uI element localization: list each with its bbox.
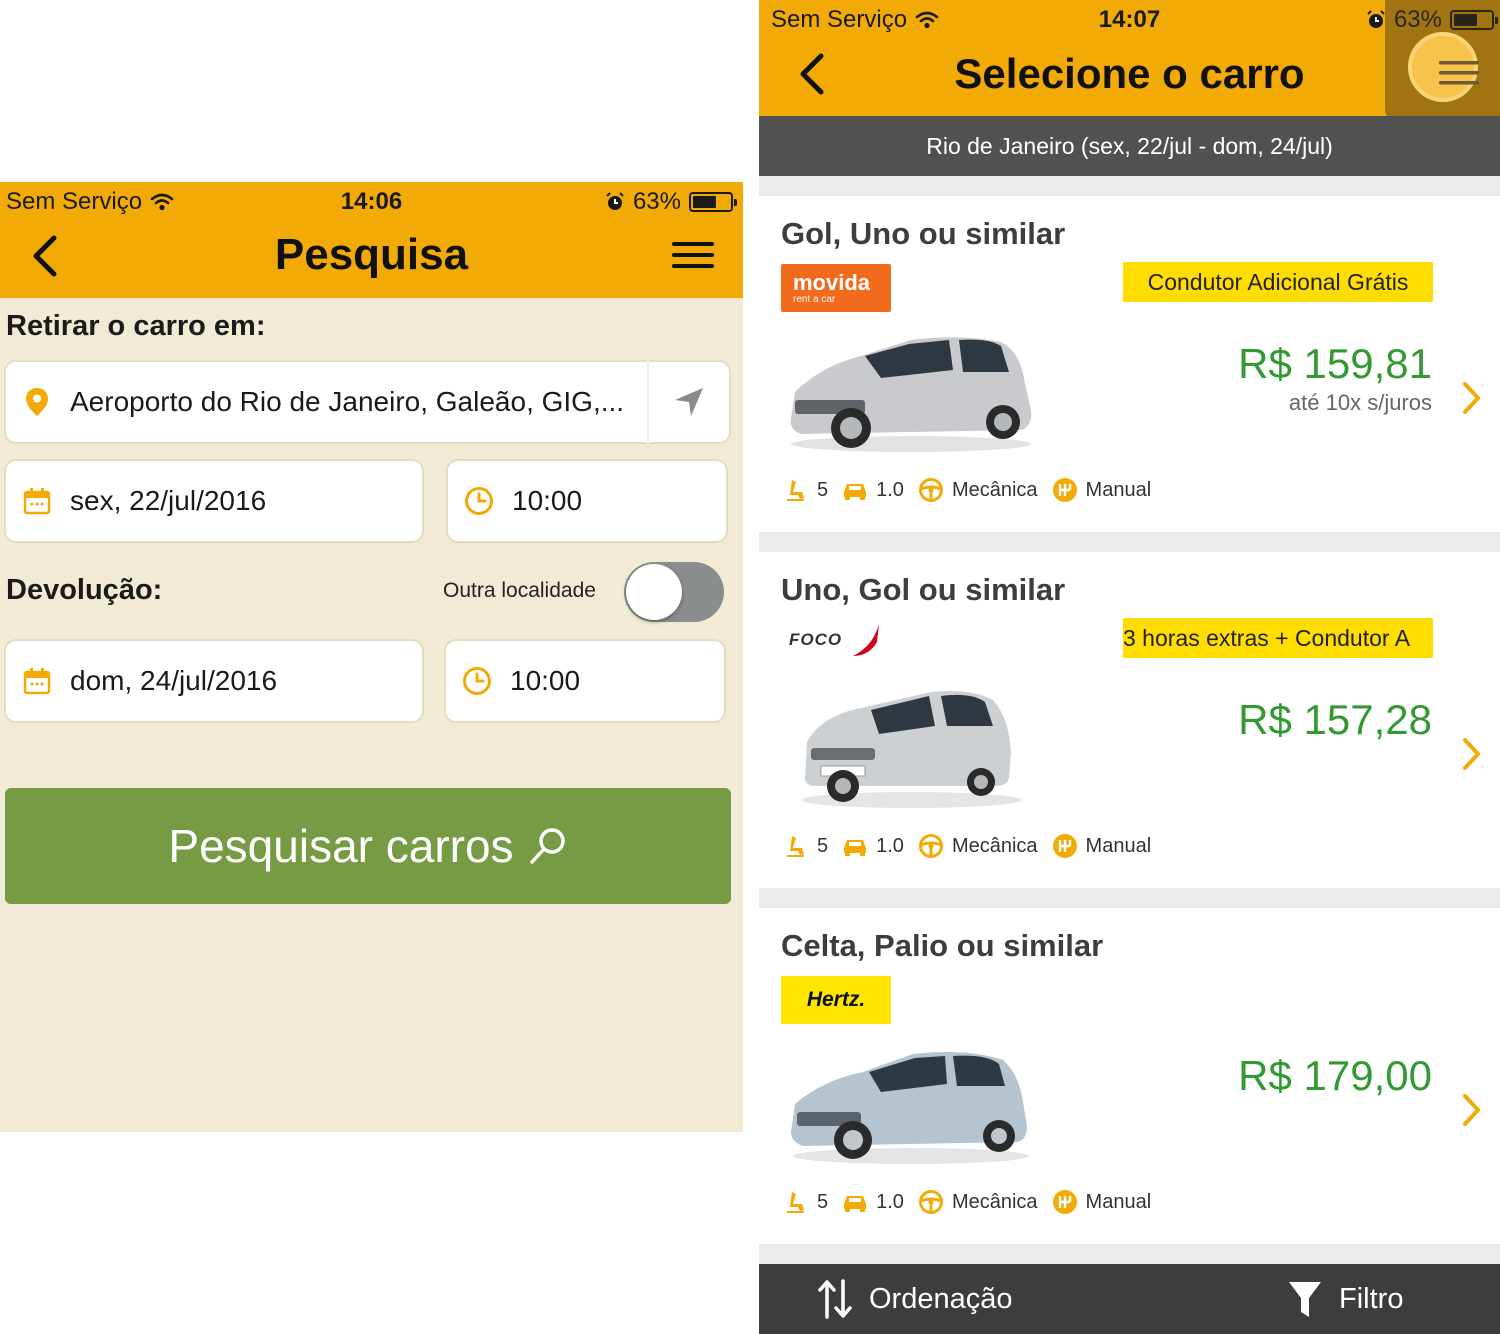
car-name: Gol, Uno ou similar — [781, 216, 1066, 251]
car-photo — [791, 1052, 1029, 1164]
gear-shift-icon — [1052, 833, 1078, 859]
car-name: Celta, Palio ou similar — [781, 928, 1104, 963]
car-card[interactable]: Uno, Gol ou similar FOCO 3 horas extras … — [759, 552, 1500, 888]
alarm-icon — [606, 192, 624, 210]
other-location-label: Outra localidade — [443, 579, 596, 602]
engine-size: 1.0 — [876, 478, 904, 501]
engine-size: 1.0 — [876, 834, 904, 857]
installment-note: até 10x s/juros — [1288, 390, 1432, 415]
results-screen: Sem Serviço 14:07 63% Selecione o carro — [759, 0, 1500, 1334]
page-title: Pesquisa — [274, 230, 469, 279]
chevron-right-icon[interactable] — [1460, 378, 1484, 418]
pickup-date-value: sex, 22/jul/2016 — [70, 485, 267, 516]
engine-size: 1.0 — [876, 1190, 904, 1213]
return-time-value: 10:00 — [510, 665, 581, 696]
pickup-time-field[interactable]: 10:00 — [446, 459, 728, 543]
return-date-value: dom, 24/jul/2016 — [70, 665, 278, 696]
pickup-date-field[interactable]: sex, 22/jul/2016 — [4, 459, 424, 543]
brand-logo-subtext: rent a car — [793, 294, 836, 305]
sort-arrows-icon — [818, 1279, 852, 1319]
foco-logo: FOCO — [781, 622, 891, 670]
car-engine-icon — [842, 1189, 868, 1215]
hertz-logo: Hertz. — [781, 976, 891, 1024]
hamburger-menu-icon — [1439, 61, 1479, 85]
seat-icon — [783, 1189, 809, 1215]
toggle-knob — [626, 564, 682, 620]
car-card[interactable]: Gol, Uno ou similar movida rent a car Co… — [759, 196, 1500, 532]
car-photo — [801, 691, 1021, 808]
steering-type: Mecânica — [951, 834, 1038, 857]
car-specs: 5 1.0 Mecânica Manual — [783, 831, 1165, 861]
battery-icon — [689, 192, 737, 212]
search-cars-button[interactable]: Pesquisar carros — [5, 788, 731, 904]
transmission-type: Manual — [1085, 478, 1152, 501]
funnel-filter-icon — [1289, 1282, 1321, 1317]
brand-logo-text: movida — [793, 270, 871, 295]
price: R$ 179,00 — [1238, 1052, 1432, 1099]
pickup-location-field[interactable]: Aeroporto do Rio de Janeiro, Galeão, GIG… — [4, 360, 731, 444]
seat-icon — [783, 833, 809, 859]
other-location-toggle[interactable] — [624, 562, 724, 622]
search-screen: Sem Serviço 14:06 63% Pesquisa Retirar o… — [0, 182, 743, 1132]
car-engine-icon — [842, 833, 868, 859]
gear-shift-icon — [1052, 1189, 1078, 1215]
location-pin-icon — [22, 387, 52, 417]
search-summary: Rio de Janeiro (sex, 22/jul - dom, 24/ju… — [926, 132, 1333, 159]
promo-badge: Condutor Adicional Grátis — [1123, 262, 1433, 302]
filter-button[interactable]: Filtro — [1287, 1264, 1403, 1334]
car-card[interactable]: Celta, Palio ou similar Hertz. R$ 179,00… — [759, 908, 1500, 1244]
seats-count: 5 — [817, 1190, 829, 1213]
foco-swoosh-icon — [853, 624, 879, 656]
assistive-touch-overlay[interactable] — [1385, 0, 1500, 123]
price: R$ 159,81 — [1238, 340, 1432, 387]
clock-icon — [462, 666, 492, 696]
chevron-right-icon[interactable] — [1460, 734, 1484, 774]
pickup-label: Retirar o carro em: — [6, 310, 266, 342]
car-name: Uno, Gol ou similar — [781, 572, 1066, 607]
gear-shift-icon — [1052, 477, 1078, 503]
price: R$ 157,28 — [1238, 696, 1432, 743]
promo-badge: 3 horas extras + Condutor A — [1123, 618, 1433, 658]
clock-icon — [464, 486, 494, 516]
hamburger-menu-icon[interactable] — [672, 240, 714, 270]
return-time-field[interactable]: 10:00 — [444, 639, 726, 723]
car-photo — [790, 337, 1032, 452]
movida-logo: movida rent a car — [781, 264, 891, 312]
seat-icon — [783, 477, 809, 503]
steering-wheel-icon — [918, 477, 944, 503]
current-location-button[interactable] — [647, 360, 729, 444]
bottom-toolbar: Ordenação Filtro — [759, 1264, 1500, 1334]
transmission-type: Manual — [1085, 834, 1152, 857]
seats-count: 5 — [817, 478, 829, 501]
steering-type: Mecânica — [951, 1190, 1038, 1213]
transmission-type: Manual — [1085, 1190, 1152, 1213]
search-cars-label: Pesquisar carros — [168, 820, 514, 872]
pickup-location-value: Aeroporto do Rio de Janeiro, Galeão, GIG… — [70, 386, 625, 417]
return-date-field[interactable]: dom, 24/jul/2016 — [4, 639, 424, 723]
sort-button[interactable]: Ordenação — [817, 1264, 1013, 1334]
calendar-icon — [22, 666, 52, 696]
car-specs: 5 1.0 Mecânica Manual — [783, 1187, 1165, 1217]
pickup-time-value: 10:00 — [512, 485, 583, 516]
brand-logo-text: Hertz. — [806, 988, 866, 1011]
car-specs: 5 1.0 Mecânica Manual — [783, 475, 1165, 505]
search-icon — [529, 828, 565, 864]
seats-count: 5 — [817, 834, 829, 857]
brand-logo-text: FOCO — [789, 630, 843, 649]
alarm-icon — [1367, 10, 1385, 28]
steering-wheel-icon — [918, 1189, 944, 1215]
navigation-arrow-icon — [675, 388, 703, 416]
filter-label: Filtro — [1339, 1282, 1404, 1315]
calendar-icon — [22, 486, 52, 516]
steering-wheel-icon — [918, 833, 944, 859]
car-engine-icon — [842, 477, 868, 503]
return-label: Devolução: — [6, 574, 163, 606]
steering-type: Mecânica — [951, 478, 1038, 501]
chevron-right-icon[interactable] — [1460, 1090, 1484, 1130]
battery-status: 63% — [605, 188, 737, 216]
sort-label: Ordenação — [869, 1282, 1013, 1315]
battery-percent: 63% — [632, 188, 681, 215]
search-summary-bar: Rio de Janeiro (sex, 22/jul - dom, 24/ju… — [759, 116, 1500, 176]
status-bar: Sem Serviço 14:06 63% — [0, 182, 743, 222]
